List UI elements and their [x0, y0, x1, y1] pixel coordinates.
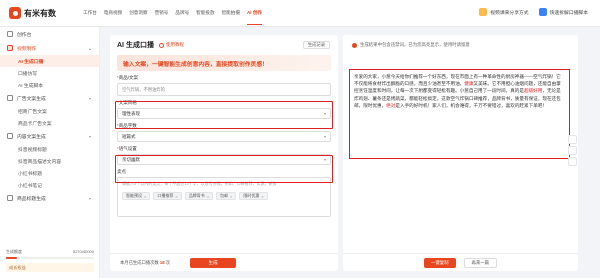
length-select[interactable]: 短篇式 ▾	[117, 131, 331, 142]
close-icon[interactable]: ×	[144, 194, 146, 199]
sidebar-subitem[interactable]: 小红书笔记	[0, 179, 99, 191]
menu-icon	[7, 45, 13, 51]
highlight-style	[115, 101, 333, 129]
result-segment: 是入手的好时机！家人们，机会难得，千万不要错过，喜欢的赶紧下单吧！	[395, 102, 547, 108]
nav-item-4[interactable]: 品牌号	[175, 10, 189, 16]
flagged-word: 超级好用	[523, 88, 543, 94]
warning-icon	[352, 42, 357, 48]
result-text[interactable]: 亲爱的大家，小葱今天给你们推荐一个好东西，现在市面上有一种革命性的厨房神器——空…	[349, 69, 570, 159]
nav-item-3[interactable]: 营销号	[155, 10, 169, 16]
highlight-tone	[115, 155, 333, 183]
keyword-tag[interactable]: 限时优惠 ×	[239, 192, 268, 200]
nav-item-2[interactable]: 创意洞察	[129, 10, 147, 16]
generate-button[interactable]: 生成	[190, 257, 237, 268]
usage-info: 本月已生成口播次数 18 次	[120, 259, 171, 265]
sidebar-subitem[interactable]: 商品卡广告文案	[0, 117, 99, 129]
keyword-tag[interactable]: 包邮 ×	[216, 192, 237, 200]
result-panel: 生成结果中包含违禁词，已为您高亮显示，使用时请留意 亲爱的大家，小葱今天给你们推…	[343, 35, 578, 271]
side-toolbar	[568, 135, 577, 168]
sidebar: 创作台 视频制作 ▴ AI 生成口播 口播仿写 AI 生成脚本 广告文案生成 ▾ 招商广告文案商…	[0, 27, 100, 278]
sidebar-item[interactable]: 创作台	[0, 27, 99, 41]
share-link[interactable]: 视频课来分享方式	[479, 8, 529, 16]
product-input[interactable]: 空气炸锅，不用油炸的	[117, 83, 331, 96]
product-label: *商品/文案	[117, 75, 139, 80]
help-icon	[158, 42, 164, 48]
app-logo[interactable]: 有米有数	[9, 7, 83, 19]
chevron-down-icon: ▾	[88, 133, 91, 139]
menu-icon	[7, 95, 13, 101]
nav-item-5[interactable]: 智能投放	[196, 10, 214, 16]
quota-section: 生成额度 5270/40000 成长权益	[6, 249, 94, 272]
nav-item-6[interactable]: 智能拍摄	[222, 10, 240, 16]
sidebar-subitem[interactable]: 口播仿写	[0, 67, 99, 79]
result-notice: 生成结果中包含违禁词，已为您高亮显示，使用时请留意	[343, 35, 578, 55]
sidebar-subitem[interactable]: 招商广告文案	[0, 105, 99, 117]
sidebar-subitem[interactable]: 抖音视频标题	[0, 143, 99, 155]
chevron-down-icon: ▾	[323, 134, 326, 139]
close-icon[interactable]: ×	[230, 194, 232, 199]
sidebar-item[interactable]: 商品标题生成 ▾	[0, 191, 99, 205]
dislike-icon[interactable]	[568, 146, 577, 155]
records-button[interactable]: 生成记录	[302, 41, 330, 49]
sidebar-item[interactable]: 内容文案生成 ▾	[0, 129, 99, 143]
close-icon[interactable]: ×	[261, 194, 263, 199]
sidebar-item[interactable]: 广告文案生成 ▾	[0, 91, 99, 105]
close-icon[interactable]: ×	[207, 194, 209, 199]
script-breakdown-link[interactable]: 快速拆解口播脚本	[538, 8, 588, 16]
intro-banner: 输入文案，一键智能生成创意内容，直接提取创作灵感！	[117, 55, 331, 71]
sidebar-subitem[interactable]: AI 生成口播	[0, 55, 99, 67]
script-icon	[538, 8, 547, 16]
tone-label: *语气设置	[117, 146, 137, 151]
copy-button[interactable]: 一键复制	[423, 257, 456, 268]
close-icon[interactable]: ×	[175, 194, 177, 199]
logo-icon	[9, 7, 21, 19]
quota-bar	[6, 257, 94, 259]
edit-icon[interactable]	[568, 157, 577, 166]
keyword-tag[interactable]: 口播推荐 ×	[153, 192, 182, 200]
nav-item-7[interactable]: AI 创作	[246, 10, 263, 25]
keyword-tag[interactable]: 智能预设 ×	[122, 192, 151, 200]
generator-form: AI 生成口播 使用教程 生成记录 输入文案，一键智能生成创意内容，直接提取创作…	[110, 35, 338, 271]
menu-icon	[7, 195, 13, 201]
keywords-input[interactable]: 请输入5个以内的卖点，每个不超过12个字，以逗号分隔，例如：口碑推荐，实惠，新鲜…	[117, 177, 331, 217]
sidebar-subitem[interactable]: AI 生成脚本	[0, 79, 99, 91]
like-icon[interactable]	[568, 135, 577, 144]
video-course-icon	[479, 8, 488, 16]
keyword-tag[interactable]: 品牌背书 ×	[184, 192, 214, 200]
vip-banner[interactable]: 成长权益	[6, 263, 94, 272]
nav-item-1[interactable]: 电商视频	[104, 10, 122, 16]
regenerate-button[interactable]: 再来一篇	[463, 257, 498, 268]
page-title: AI 生成口播	[117, 42, 154, 49]
sidebar-subitem[interactable]: 抖音商品描述文内容	[0, 155, 99, 167]
flagged-word: 绝对	[386, 102, 396, 108]
menu-icon	[7, 133, 13, 139]
chevron-down-icon: ▾	[88, 195, 91, 201]
nav-item-0[interactable]: 工作台	[83, 10, 97, 16]
sidebar-item[interactable]: 视频制作 ▴	[0, 41, 99, 55]
top-bar: 有米有数 工作台 电商视频 创意洞察 营销号 品牌号 智能投放 智能拍摄 AI 创作 视频课来…	[0, 0, 600, 27]
main-nav: 工作台 电商视频 创意洞察 营销号 品牌号 智能投放 智能拍摄 AI 创作	[83, 10, 269, 25]
sidebar-subitem[interactable]: 小红书标题	[0, 167, 99, 179]
chevron-down-icon: ▾	[88, 95, 91, 101]
logo-text: 有米有数	[24, 8, 56, 18]
menu-icon	[7, 31, 13, 37]
chevron-up-icon: ▴	[88, 45, 91, 51]
help-link[interactable]: 使用教程	[158, 42, 184, 48]
